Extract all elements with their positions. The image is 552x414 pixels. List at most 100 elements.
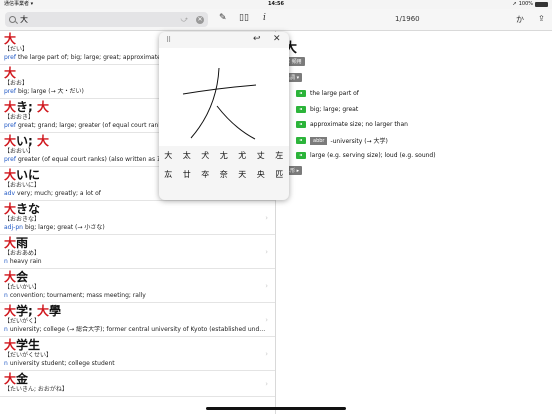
info-icon[interactable]: i bbox=[263, 13, 266, 23]
search-mode-icon[interactable]: ⤻ bbox=[181, 15, 188, 24]
candidate-kanji[interactable]: 太 bbox=[178, 150, 197, 161]
handwriting-popover: ⠿ ↩ ✕ 大太犬尢尤丈左厷廿夲奈天央匹 bbox=[159, 32, 289, 200]
definition-text: greater (of equal court ranks) (also wri… bbox=[17, 156, 180, 163]
entry-headword: 大会 bbox=[4, 270, 271, 284]
part-of-speech: pref bbox=[4, 54, 16, 61]
candidate-kanji[interactable]: 丈 bbox=[252, 150, 271, 161]
candidate-kanji[interactable]: 左 bbox=[270, 150, 289, 161]
chevron-right-icon: › bbox=[265, 315, 268, 324]
candidate-kanji[interactable]: 厷 bbox=[159, 169, 178, 180]
candidate-kanji[interactable]: 夲 bbox=[196, 169, 215, 180]
headword-match: 大 bbox=[4, 32, 17, 46]
headword-match: 大 bbox=[37, 100, 50, 114]
definition-text: great; grand; large; greater (of equal c… bbox=[17, 122, 176, 129]
chevron-right-icon: › bbox=[265, 213, 268, 222]
home-indicator bbox=[206, 407, 346, 410]
headword-match: 大 bbox=[4, 168, 17, 182]
part-of-speech: pref bbox=[4, 156, 16, 163]
candidate-row: 大太犬尢尤丈左 bbox=[159, 146, 289, 165]
sense-row: abbr -university (→ 大学) bbox=[296, 136, 388, 145]
definition-text: the large part of; big; large; great; ap… bbox=[17, 54, 175, 61]
grid-icon[interactable]: ⠿ bbox=[166, 36, 171, 44]
handwriting-canvas[interactable] bbox=[159, 48, 289, 146]
sense-text: approximate size; no larger than bbox=[310, 121, 408, 128]
entry-reading: 【おおあめ】 bbox=[4, 250, 41, 257]
entry-detail: 大 常 頻用 名詞 ▾ the large part of big; large;… bbox=[277, 31, 552, 414]
definition-text: convention; tournament; mass meeting; ra… bbox=[9, 292, 146, 299]
kana-button[interactable]: か bbox=[516, 14, 524, 25]
sense-text: large (e.g. serving size); loud (e.g. so… bbox=[310, 152, 436, 159]
sense-text: the large part of bbox=[310, 90, 359, 97]
sense-row: approximate size; no larger than bbox=[296, 120, 408, 129]
candidate-kanji[interactable]: 匹 bbox=[270, 169, 289, 180]
entry-definition: n university; college (→ 総合大学); former ce… bbox=[4, 326, 266, 334]
entry-headword: 大きな bbox=[4, 202, 271, 216]
result-row[interactable]: 大雨 【おおあめ】 n heavy rain › bbox=[0, 235, 275, 269]
headword-part: い; bbox=[16, 134, 37, 148]
clear-icon[interactable]: ✕ bbox=[196, 15, 204, 24]
entry-headword: 大学生 bbox=[4, 338, 271, 352]
result-row[interactable]: 大学生 【だいがくせい】 n university student; college … bbox=[0, 337, 275, 371]
headword-match: 大 bbox=[4, 270, 17, 284]
headword-match: 大 bbox=[4, 134, 17, 148]
headword-match: 大 bbox=[4, 100, 17, 114]
candidate-kanji[interactable]: 廿 bbox=[178, 169, 197, 180]
result-row[interactable]: 大きな 【おおきな】 adj-pn big; large; great (→ 小さな)… bbox=[0, 201, 275, 235]
definition-text: very; much; greatly; a lot of bbox=[17, 190, 101, 197]
sense-row: large (e.g. serving size); loud (e.g. so… bbox=[296, 151, 436, 160]
battery-percent: 100% bbox=[518, 1, 533, 7]
candidate-kanji[interactable]: 大 bbox=[159, 150, 178, 161]
candidate-kanji[interactable]: 尢 bbox=[215, 150, 234, 161]
chevron-right-icon: › bbox=[265, 281, 268, 290]
entry-definition: n heavy rain bbox=[4, 258, 266, 266]
candidate-kanji[interactable]: 犬 bbox=[196, 150, 215, 161]
close-icon[interactable]: ✕ bbox=[273, 34, 281, 44]
status-right: ➚ 100% bbox=[513, 0, 548, 9]
search-field[interactable]: 大 ⤻ ✕ bbox=[5, 12, 208, 27]
search-input[interactable]: 大 bbox=[20, 14, 181, 25]
speaker-icon[interactable] bbox=[296, 106, 306, 113]
speaker-icon[interactable] bbox=[296, 137, 306, 144]
page-counter: 1/1960 bbox=[395, 15, 420, 23]
speaker-icon[interactable] bbox=[296, 152, 306, 159]
headword-match: 大 bbox=[37, 304, 50, 318]
entry-headword: 大学; 大學 bbox=[4, 304, 271, 318]
sense-row: big; large; great bbox=[296, 105, 358, 114]
part-of-speech: n bbox=[4, 360, 8, 367]
top-toolbar: 大 ⤻ ✕ ✎ ▯▯ i 1/1960 か ⇪ bbox=[0, 9, 552, 31]
candidate-kanji[interactable]: 奈 bbox=[215, 169, 234, 180]
result-row[interactable]: 大学; 大學 【だいがく】 n university; college (→ 総合大学… bbox=[0, 303, 275, 337]
candidate-row: 厷廿夲奈天央匹 bbox=[159, 165, 289, 184]
part-of-speech: pref bbox=[4, 88, 16, 95]
book-icon[interactable]: ▯▯ bbox=[239, 13, 249, 23]
entry-headword: 大雨 bbox=[4, 236, 271, 250]
headword-part: 学; bbox=[16, 304, 37, 318]
battery-icon bbox=[535, 2, 548, 7]
headword-match: 大 bbox=[4, 338, 17, 352]
entry-definition: adj-pn big; large; great (→ 小さな) bbox=[4, 224, 266, 232]
definition-text: university; college (→ 総合大学); former cen… bbox=[9, 326, 266, 333]
candidate-kanji[interactable]: 央 bbox=[252, 169, 271, 180]
clock: 14:56 bbox=[268, 1, 284, 7]
share-icon[interactable]: ⇪ bbox=[538, 14, 545, 23]
entry-definition: n university student; college student bbox=[4, 360, 266, 368]
result-row[interactable]: 大会 【たいかい】 n convention; tournament; mass me… bbox=[0, 269, 275, 303]
pen-icon[interactable]: ✎ bbox=[219, 13, 227, 23]
speaker-icon[interactable] bbox=[296, 121, 306, 128]
candidate-kanji[interactable]: 天 bbox=[233, 169, 252, 180]
part-of-speech: n bbox=[4, 326, 8, 333]
entry-reading: 【だいがく】 bbox=[4, 318, 41, 325]
headword-match: 大 bbox=[4, 372, 17, 386]
definition-text: heavy rain bbox=[9, 258, 42, 265]
search-icon bbox=[9, 16, 16, 23]
headword-part: きな bbox=[16, 202, 41, 216]
speaker-icon[interactable] bbox=[296, 90, 306, 97]
sense-text: -university (→ 大学) bbox=[330, 138, 388, 145]
definition-text: big; large; great (→ 小さな) bbox=[24, 224, 105, 231]
candidate-kanji[interactable]: 尤 bbox=[233, 150, 252, 161]
undo-icon[interactable]: ↩ bbox=[253, 34, 261, 44]
headword-part: 雨 bbox=[16, 236, 29, 250]
result-row[interactable]: 大金 【たいきん; おおがね】 › bbox=[0, 371, 275, 397]
headword-match: 大 bbox=[4, 236, 17, 250]
chevron-right-icon: › bbox=[265, 247, 268, 256]
